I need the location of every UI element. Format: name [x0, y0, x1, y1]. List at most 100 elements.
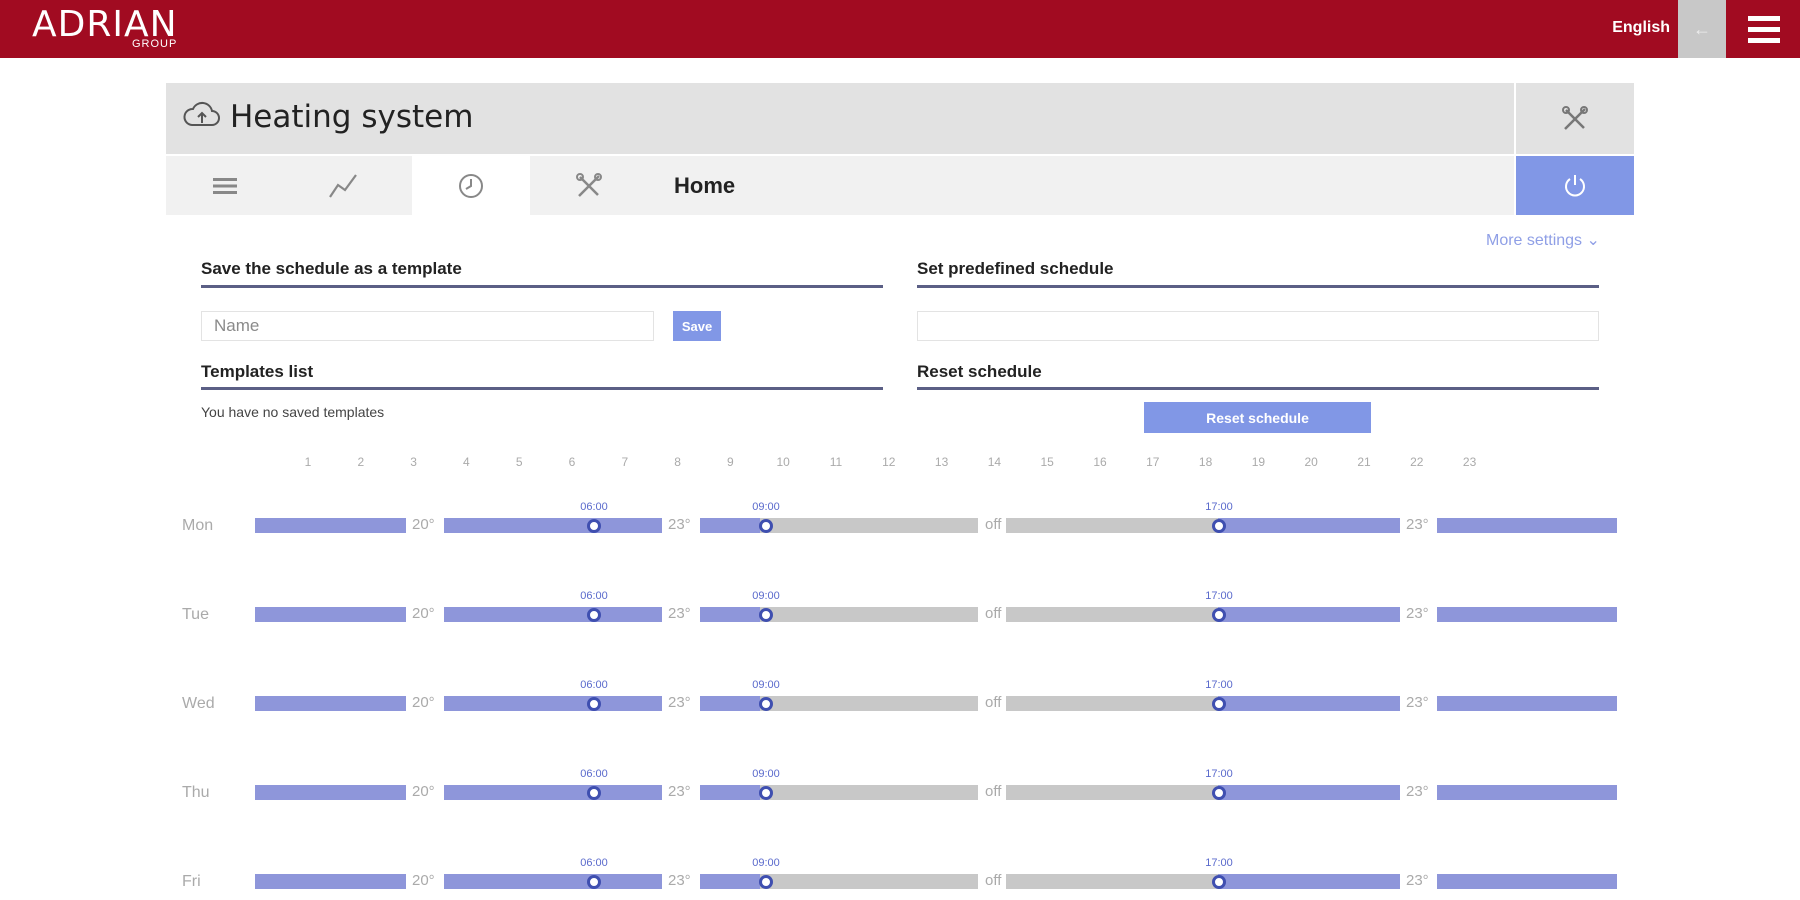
temperature-label: 20°	[412, 783, 435, 800]
schedule-segment[interactable]	[1437, 874, 1617, 889]
temperature-label: off	[985, 605, 1002, 622]
time-handle[interactable]	[587, 696, 601, 711]
schedule-segment[interactable]	[255, 696, 406, 711]
schedule-segment[interactable]	[1218, 785, 1400, 800]
time-handle[interactable]	[759, 785, 773, 800]
schedule-segment[interactable]	[1006, 696, 1218, 711]
time-handle[interactable]	[587, 518, 601, 533]
schedule-segment[interactable]	[1006, 518, 1218, 533]
time-handle[interactable]	[587, 607, 601, 622]
menu-button[interactable]	[1727, 0, 1800, 58]
schedule-segment[interactable]	[700, 785, 760, 800]
schedule-segment[interactable]	[760, 874, 978, 889]
schedule-segment[interactable]	[255, 874, 406, 889]
device-header: Heating system	[166, 83, 1514, 154]
hour-label: 12	[882, 455, 896, 469]
tab-list[interactable]	[166, 156, 284, 215]
hour-label: 14	[987, 455, 1002, 469]
language-selector[interactable]: English	[1612, 19, 1670, 37]
time-handle[interactable]	[1212, 696, 1226, 711]
mode-label: Home	[674, 173, 736, 198]
schedule-segment[interactable]	[700, 607, 760, 622]
schedule-segment[interactable]	[1218, 607, 1400, 622]
schedule-segment[interactable]	[760, 607, 978, 622]
switch-time-label: 17:00	[1205, 768, 1233, 780]
switch-time-label: 06:00	[580, 768, 608, 780]
save-template-button[interactable]: Save	[673, 311, 721, 341]
time-handle[interactable]	[1212, 518, 1226, 533]
brand-logo-sub: GROUP	[132, 38, 178, 50]
schedule-segment[interactable]	[1437, 785, 1617, 800]
temperature-label: 20°	[412, 516, 435, 533]
schedule-segment[interactable]	[1006, 874, 1218, 889]
schedule-segment[interactable]	[760, 785, 978, 800]
tab-settings[interactable]	[530, 156, 648, 215]
switch-time-label: 17:00	[1205, 590, 1233, 602]
switch-time-label: 17:00	[1205, 679, 1233, 691]
tab-schedule[interactable]	[412, 156, 530, 215]
schedule-segment[interactable]	[255, 607, 406, 622]
reset-schedule-button[interactable]: Reset schedule	[1144, 402, 1371, 433]
time-handle[interactable]	[1212, 785, 1226, 800]
schedule-segment[interactable]	[700, 518, 760, 533]
hour-label: 1	[304, 455, 312, 469]
back-button[interactable]: ←	[1678, 0, 1726, 58]
clock-icon	[459, 173, 483, 198]
hour-label: 16	[1093, 455, 1107, 469]
hour-label: 2	[357, 455, 365, 469]
hour-label: 5	[515, 455, 523, 469]
device-tools-button[interactable]	[1516, 83, 1634, 154]
schedule-segment[interactable]	[1006, 785, 1218, 800]
switch-time-label: 09:00	[752, 768, 780, 780]
schedule-segment[interactable]	[1218, 518, 1400, 533]
temperature-label: 23°	[1406, 872, 1429, 889]
schedule-segment[interactable]	[255, 785, 406, 800]
template-name-input[interactable]	[201, 311, 654, 341]
time-handle[interactable]	[759, 696, 773, 711]
schedule-segment[interactable]	[1437, 518, 1617, 533]
time-handle[interactable]	[587, 874, 601, 889]
day-label: Mon	[182, 517, 214, 534]
schedule-segment[interactable]	[760, 696, 978, 711]
temperature-label: 20°	[412, 694, 435, 711]
time-handle[interactable]	[1212, 607, 1226, 622]
schedule-segment[interactable]	[444, 874, 662, 889]
schedule-segment[interactable]	[700, 696, 760, 711]
time-handle[interactable]	[759, 518, 773, 533]
day-label: Thu	[182, 784, 210, 801]
section-divider	[201, 387, 883, 390]
switch-time-label: 06:00	[580, 679, 608, 691]
switch-time-label: 09:00	[752, 857, 780, 869]
schedule-segment[interactable]	[700, 874, 760, 889]
predefined-schedule-select[interactable]	[917, 311, 1599, 341]
time-handle[interactable]	[587, 785, 601, 800]
temperature-label: 23°	[1406, 783, 1429, 800]
schedule-segment[interactable]	[444, 518, 662, 533]
switch-time-label: 06:00	[580, 857, 608, 869]
schedule-segment[interactable]	[1437, 607, 1617, 622]
more-settings-link[interactable]: More settings ⌄	[1486, 230, 1600, 250]
schedule-segment[interactable]	[760, 518, 978, 533]
hour-label: 8	[674, 455, 681, 469]
hour-label: 15	[1040, 455, 1054, 469]
switch-time-label: 06:00	[580, 590, 608, 602]
hour-label: 21	[1357, 455, 1371, 469]
schedule-segment[interactable]	[1218, 696, 1400, 711]
schedule-segment[interactable]	[444, 607, 662, 622]
hour-label: 17	[1146, 455, 1160, 469]
power-button[interactable]	[1516, 156, 1634, 215]
tab-chart[interactable]	[284, 156, 402, 215]
schedule-segment[interactable]	[444, 785, 662, 800]
schedule-segment[interactable]	[444, 696, 662, 711]
hour-label: 23	[1462, 455, 1477, 469]
schedule-segment[interactable]	[1218, 874, 1400, 889]
time-handle[interactable]	[759, 607, 773, 622]
power-icon	[1565, 174, 1585, 196]
cloud-icon	[183, 101, 220, 126]
schedule-segment[interactable]	[1006, 607, 1218, 622]
schedule-segment[interactable]	[1437, 696, 1617, 711]
time-handle[interactable]	[759, 874, 773, 889]
time-handle[interactable]	[1212, 874, 1226, 889]
schedule-segment[interactable]	[255, 518, 406, 533]
switch-time-label: 09:00	[752, 590, 780, 602]
